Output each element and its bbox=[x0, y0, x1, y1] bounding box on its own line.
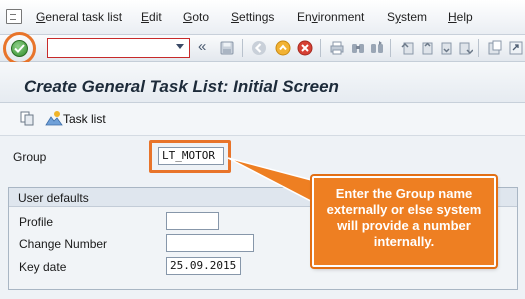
menu-general-task-list[interactable]: General task list bbox=[36, 10, 122, 24]
page-title: Create General Task List: Initial Screen bbox=[24, 77, 339, 96]
menu-edit-underline: E bbox=[141, 10, 150, 24]
back-icon[interactable] bbox=[251, 40, 267, 56]
find-next-icon[interactable] bbox=[369, 40, 385, 56]
copy-icon[interactable] bbox=[19, 110, 35, 126]
exit-icon[interactable] bbox=[275, 40, 291, 56]
checkmark-icon bbox=[14, 44, 25, 53]
menu-system-label-pre: S bbox=[387, 10, 396, 24]
next-page-icon[interactable] bbox=[438, 40, 454, 56]
system-menu-icon[interactable] bbox=[6, 9, 22, 24]
menu-goto-label-post: oto bbox=[192, 10, 210, 24]
command-field[interactable] bbox=[47, 38, 190, 58]
profile-input[interactable] bbox=[166, 212, 219, 230]
toolbar-separator bbox=[242, 39, 243, 57]
cancel-icon[interactable] bbox=[297, 40, 313, 56]
profile-label: Profile bbox=[19, 215, 54, 229]
task-list-button[interactable]: Task list bbox=[45, 110, 106, 128]
new-session-icon[interactable] bbox=[487, 40, 503, 56]
menu-help[interactable]: Help bbox=[448, 10, 473, 24]
enter-button[interactable] bbox=[11, 40, 28, 57]
task-list-label: Task list bbox=[63, 112, 106, 126]
first-page-icon[interactable] bbox=[400, 40, 416, 56]
menu-general-task-list-label-post: eneral task list bbox=[45, 10, 123, 24]
toolbar-separator bbox=[390, 39, 391, 57]
menu-settings[interactable]: Settings bbox=[231, 10, 274, 24]
back-chevron-icon[interactable]: « bbox=[198, 38, 206, 55]
print-icon[interactable] bbox=[329, 40, 345, 56]
mountain-icon bbox=[45, 111, 63, 126]
toolbar-separator bbox=[478, 39, 479, 57]
user-defaults-title: User defaults bbox=[18, 191, 89, 205]
menu-goto-underline: G bbox=[183, 10, 193, 24]
menu-environment[interactable]: Environment bbox=[297, 10, 364, 24]
callout-text: Enter the Group name externally or else … bbox=[326, 186, 482, 249]
menu-environment-label-post: ironment bbox=[317, 10, 365, 24]
menu-goto[interactable]: Goto bbox=[183, 10, 209, 24]
menu-help-underline: H bbox=[448, 10, 457, 24]
last-page-icon[interactable] bbox=[457, 40, 473, 56]
change-number-label: Change Number bbox=[19, 237, 108, 251]
menu-system-label-post: stem bbox=[401, 10, 428, 24]
group-field-highlight bbox=[149, 140, 231, 173]
menu-system[interactable]: System bbox=[387, 10, 427, 24]
menu-general-task-list-underline: G bbox=[36, 10, 46, 24]
group-label: Group bbox=[13, 150, 47, 164]
menu-environment-label-pre: En bbox=[297, 10, 312, 24]
chevron-down-icon[interactable] bbox=[176, 44, 184, 49]
key-date-input[interactable]: 25.09.2015 bbox=[166, 257, 241, 275]
menu-settings-label-post: ettings bbox=[239, 10, 275, 24]
save-icon[interactable] bbox=[219, 40, 235, 56]
menu-help-label-post: elp bbox=[456, 10, 473, 24]
menu-edit[interactable]: Edit bbox=[141, 10, 162, 24]
change-number-input[interactable] bbox=[166, 234, 254, 252]
previous-page-icon[interactable] bbox=[419, 40, 435, 56]
key-date-label: Key date bbox=[19, 260, 67, 274]
toolbar-separator bbox=[320, 39, 321, 57]
menu-edit-label-post: dit bbox=[149, 10, 162, 24]
callout-note: Enter the Group name externally or else … bbox=[312, 176, 496, 267]
shortcut-icon[interactable] bbox=[508, 40, 524, 56]
menu-settings-underline: S bbox=[231, 10, 240, 24]
find-icon[interactable] bbox=[350, 40, 366, 56]
